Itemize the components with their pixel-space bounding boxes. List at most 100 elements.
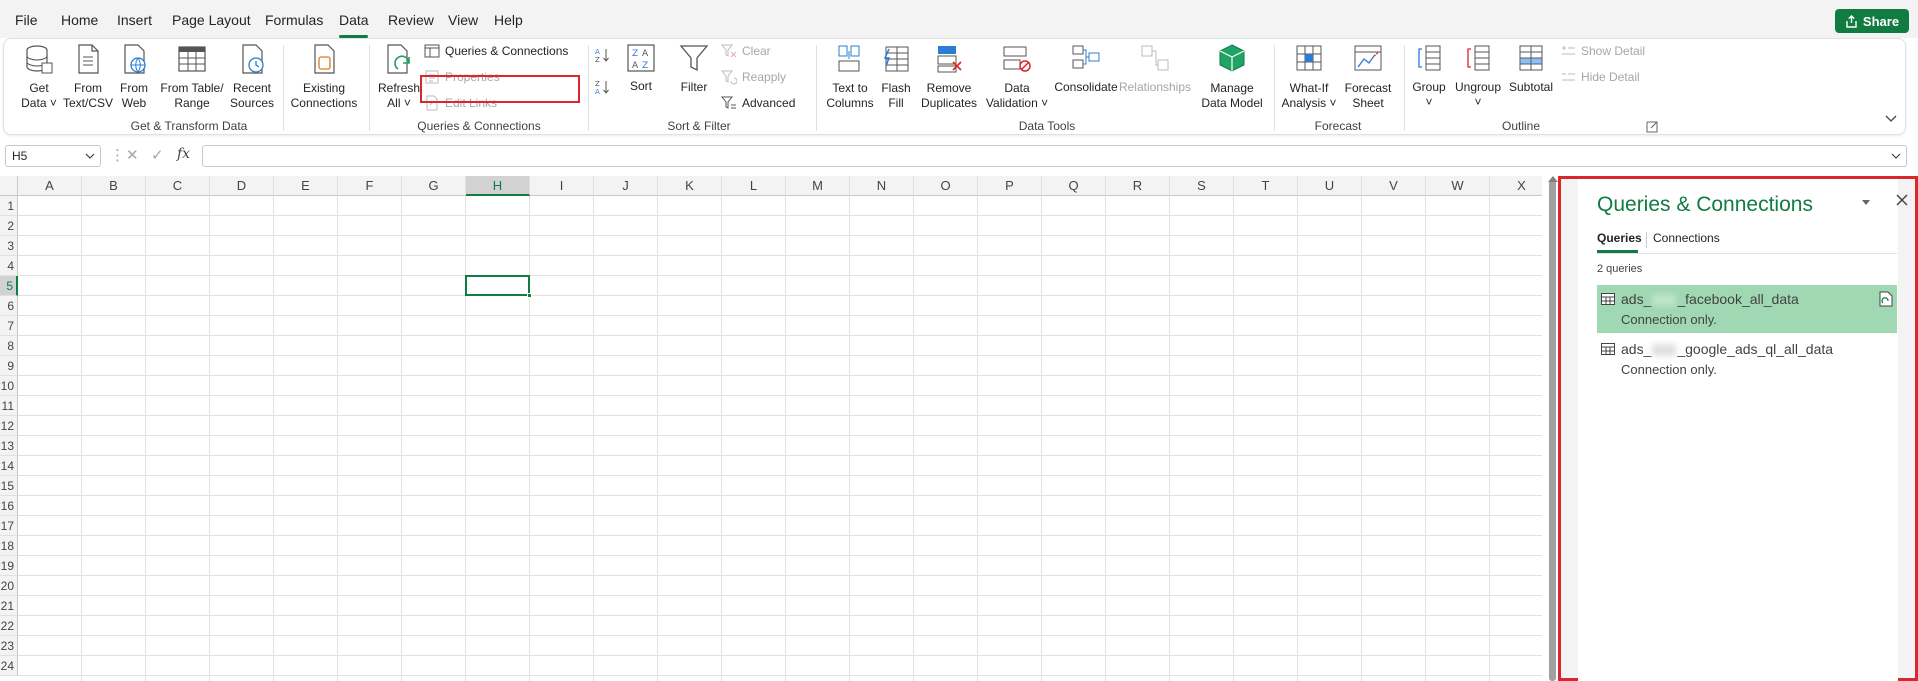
column-header-r[interactable]: R bbox=[1106, 176, 1170, 196]
refresh-query-icon[interactable] bbox=[1879, 291, 1893, 307]
ungroup-button[interactable]: Ungroup ˅ bbox=[1452, 43, 1504, 113]
relationships-button[interactable]: Relationships bbox=[1118, 43, 1192, 113]
column-header-l[interactable]: L bbox=[722, 176, 786, 196]
column-header-n[interactable]: N bbox=[850, 176, 914, 196]
ribbon-collapse-icon[interactable] bbox=[1884, 111, 1898, 125]
data-validation-button[interactable]: Data Validation ˅ bbox=[982, 43, 1052, 113]
column-header-w[interactable]: W bbox=[1426, 176, 1490, 196]
column-header-t[interactable]: T bbox=[1234, 176, 1298, 196]
active-cell[interactable] bbox=[465, 275, 530, 296]
what-if-analysis-button[interactable]: What-If Analysis ˅ bbox=[1278, 43, 1340, 113]
row-header-18[interactable]: 18 bbox=[0, 536, 18, 556]
name-box[interactable]: H5 bbox=[5, 145, 101, 167]
column-header-k[interactable]: K bbox=[658, 176, 722, 196]
flash-fill-button[interactable]: Flash Fill bbox=[876, 43, 916, 113]
column-header-o[interactable]: O bbox=[914, 176, 978, 196]
menu-formulas[interactable]: Formulas bbox=[265, 12, 323, 28]
menu-insert[interactable]: Insert bbox=[117, 12, 152, 28]
existing-connections-button[interactable]: Existing Connections bbox=[288, 43, 360, 113]
from-table-range-button[interactable]: From Table/Range bbox=[156, 43, 228, 113]
scroll-up-icon[interactable] bbox=[1548, 176, 1558, 182]
menu-review[interactable]: Review bbox=[388, 12, 434, 28]
dialog-launcher-icon[interactable] bbox=[1646, 121, 1658, 133]
chevron-down-icon[interactable] bbox=[84, 150, 96, 162]
cancel-icon[interactable]: ✕ bbox=[126, 146, 139, 166]
filter-button[interactable]: Filter bbox=[674, 43, 714, 113]
formula-input[interactable] bbox=[202, 145, 1907, 167]
column-header-m[interactable]: M bbox=[786, 176, 850, 196]
reapply-button[interactable]: Reapply bbox=[721, 67, 786, 87]
column-header-v[interactable]: V bbox=[1362, 176, 1426, 196]
row-header-3[interactable]: 3 bbox=[0, 236, 18, 256]
expand-formula-icon[interactable] bbox=[1890, 150, 1902, 162]
column-header-q[interactable]: Q bbox=[1042, 176, 1106, 196]
sort-descending-button[interactable]: ZA bbox=[594, 77, 610, 97]
row-header-8[interactable]: 8 bbox=[0, 336, 18, 356]
row-header-5[interactable]: 5 bbox=[0, 276, 18, 296]
row-header-13[interactable]: 13 bbox=[0, 436, 18, 456]
column-header-d[interactable]: D bbox=[210, 176, 274, 196]
from-text-csv-button[interactable]: From Text/CSV bbox=[62, 43, 114, 113]
select-all-corner[interactable] bbox=[0, 176, 18, 196]
advanced-filter-button[interactable]: Advanced bbox=[721, 93, 795, 113]
row-header-7[interactable]: 7 bbox=[0, 316, 18, 336]
column-header-s[interactable]: S bbox=[1170, 176, 1234, 196]
text-to-columns-button[interactable]: Text to Columns bbox=[822, 43, 878, 113]
row-header-24[interactable]: 24 bbox=[0, 656, 18, 676]
menu-data[interactable]: Data bbox=[339, 12, 369, 28]
from-web-button[interactable]: From Web bbox=[112, 43, 156, 113]
column-header-g[interactable]: G bbox=[402, 176, 466, 196]
pane-options-icon[interactable] bbox=[1859, 195, 1873, 209]
menu-help[interactable]: Help bbox=[494, 12, 523, 28]
recent-sources-button[interactable]: Recent Sources bbox=[226, 43, 278, 113]
refresh-all-button[interactable]: Refresh All ˅ bbox=[374, 43, 424, 113]
column-header-i[interactable]: I bbox=[530, 176, 594, 196]
get-data-button[interactable]: Get Data ˅ bbox=[14, 43, 64, 113]
close-icon[interactable] bbox=[1894, 192, 1910, 208]
column-header-h[interactable]: H bbox=[466, 176, 530, 196]
row-header-12[interactable]: 12 bbox=[0, 416, 18, 436]
row-header-16[interactable]: 16 bbox=[0, 496, 18, 516]
hide-detail-button[interactable]: Hide Detail bbox=[1560, 67, 1640, 87]
row-header-17[interactable]: 17 bbox=[0, 516, 18, 536]
column-header-c[interactable]: C bbox=[146, 176, 210, 196]
row-header-19[interactable]: 19 bbox=[0, 556, 18, 576]
sort-button[interactable]: ZAAZ Sort bbox=[622, 43, 660, 103]
query-item[interactable]: ads_ _google_ads_ql_all_data Connection o… bbox=[1597, 335, 1897, 383]
column-header-j[interactable]: J bbox=[594, 176, 658, 196]
tab-connections[interactable]: Connections bbox=[1653, 231, 1720, 245]
row-header-4[interactable]: 4 bbox=[0, 256, 18, 276]
row-header-23[interactable]: 23 bbox=[0, 636, 18, 656]
spreadsheet-grid[interactable]: A B C D E F G H I J K L M N O P Q R S T U V W X 1 2 3 4 5 6 7 8 9 10 11 12 1… bbox=[0, 176, 1542, 681]
manage-data-model-button[interactable]: Manage Data Model bbox=[1196, 43, 1268, 113]
menu-view[interactable]: View bbox=[448, 12, 478, 28]
query-item[interactable]: ads_ _facebook_all_data Connection only. bbox=[1597, 285, 1897, 333]
row-header-10[interactable]: 10 bbox=[0, 376, 18, 396]
consolidate-button[interactable]: Consolidate bbox=[1054, 43, 1118, 113]
row-header-15[interactable]: 15 bbox=[0, 476, 18, 496]
row-header-11[interactable]: 11 bbox=[0, 396, 18, 416]
subtotal-button[interactable]: Subtotal bbox=[1504, 43, 1558, 113]
remove-duplicates-button[interactable]: Remove Duplicates bbox=[918, 43, 980, 113]
menu-file[interactable]: File bbox=[15, 12, 38, 28]
menu-page-layout[interactable]: Page Layout bbox=[172, 12, 251, 28]
column-header-a[interactable]: A bbox=[18, 176, 82, 196]
column-header-p[interactable]: P bbox=[978, 176, 1042, 196]
row-header-20[interactable]: 20 bbox=[0, 576, 18, 596]
tab-queries[interactable]: Queries bbox=[1597, 231, 1642, 245]
column-header-x[interactable]: X bbox=[1490, 176, 1542, 196]
row-header-9[interactable]: 9 bbox=[0, 356, 18, 376]
enter-icon[interactable]: ✓ bbox=[151, 146, 164, 166]
vertical-scrollbar[interactable] bbox=[1549, 180, 1556, 681]
forecast-sheet-button[interactable]: Forecast Sheet bbox=[1340, 43, 1396, 113]
insert-function-button[interactable]: fx bbox=[177, 146, 190, 166]
row-header-21[interactable]: 21 bbox=[0, 596, 18, 616]
column-header-f[interactable]: F bbox=[338, 176, 402, 196]
row-header-14[interactable]: 14 bbox=[0, 456, 18, 476]
clear-filter-button[interactable]: Clear bbox=[721, 41, 771, 61]
row-header-1[interactable]: 1 bbox=[0, 196, 18, 216]
show-detail-button[interactable]: Show Detail bbox=[1560, 41, 1645, 61]
column-header-e[interactable]: E bbox=[274, 176, 338, 196]
column-header-u[interactable]: U bbox=[1298, 176, 1362, 196]
menu-home[interactable]: Home bbox=[61, 12, 98, 28]
